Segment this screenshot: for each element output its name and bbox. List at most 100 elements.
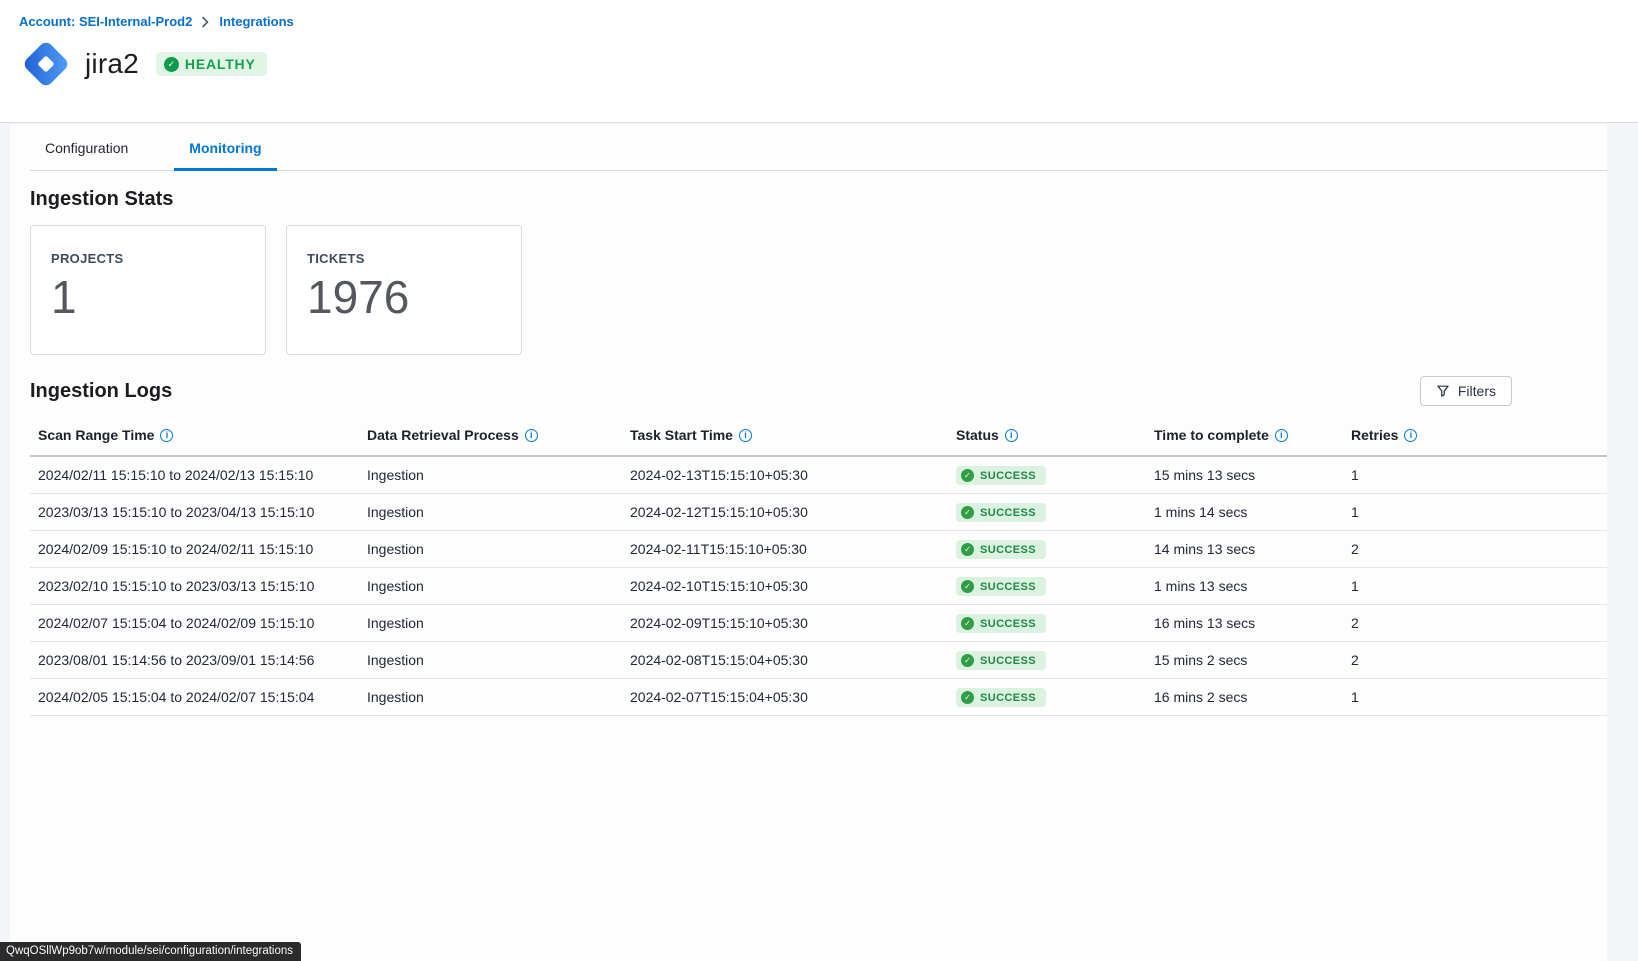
jira-logo-icon [19, 37, 73, 91]
table-row: 2023/03/13 15:15:10 to 2023/04/13 15:15:… [30, 494, 1607, 531]
info-icon[interactable] [160, 429, 173, 442]
integration-title-row: jira2 HEALTHY [19, 37, 1638, 91]
check-circle-icon [164, 57, 179, 72]
time-complete-cell: 16 mins 2 secs [1146, 689, 1343, 705]
status-cell: SUCCESS [948, 576, 1146, 597]
status-cell: SUCCESS [948, 613, 1146, 634]
time-complete-cell: 15 mins 13 secs [1146, 467, 1343, 483]
logs-table-body: 2024/02/11 15:15:10 to 2024/02/13 15:15:… [30, 457, 1607, 716]
time-complete-cell: 15 mins 2 secs [1146, 652, 1343, 668]
retries-cell: 2 [1343, 652, 1607, 668]
status-badge: SUCCESS [956, 688, 1046, 707]
page-title: jira2 [85, 48, 139, 80]
health-badge-label: HEALTHY [185, 56, 256, 72]
main-content: Configuration Monitoring Ingestion Stats… [10, 124, 1607, 961]
retries-cell: 1 [1343, 578, 1607, 594]
tab-configuration[interactable]: Configuration [30, 124, 143, 171]
process-cell: Ingestion [359, 467, 622, 483]
status-badge: SUCCESS [956, 540, 1046, 559]
projects-stat-label: PROJECTS [51, 251, 265, 266]
status-badge: SUCCESS [956, 503, 1046, 522]
table-row: 2023/02/10 15:15:10 to 2023/03/13 15:15:… [30, 568, 1607, 605]
tickets-stat-value: 1976 [307, 274, 521, 320]
tab-bar: Configuration Monitoring [30, 124, 1607, 171]
tickets-stat-card: TICKETS 1976 [286, 225, 522, 355]
breadcrumb: Account: SEI-Internal-Prod2 Integrations [19, 14, 1638, 29]
task-start-cell: 2024-02-08T15:15:04+05:30 [622, 652, 948, 668]
retries-cell: 1 [1343, 689, 1607, 705]
tickets-stat-label: TICKETS [307, 251, 521, 266]
retries-cell: 2 [1343, 541, 1607, 557]
time-complete-cell: 16 mins 13 secs [1146, 615, 1343, 631]
status-badge: SUCCESS [956, 466, 1046, 485]
scan-range-cell: 2024/02/11 15:15:10 to 2024/02/13 15:15:… [30, 467, 359, 483]
scan-range-cell: 2023/03/13 15:15:10 to 2023/04/13 15:15:… [30, 504, 359, 520]
status-badge: SUCCESS [956, 614, 1046, 633]
status-cell: SUCCESS [948, 465, 1146, 486]
col-task-start-time: Task Start Time [622, 427, 948, 443]
check-circle-icon [961, 617, 974, 630]
process-cell: Ingestion [359, 504, 622, 520]
retries-cell: 2 [1343, 615, 1607, 631]
breadcrumb-integrations-link[interactable]: Integrations [219, 14, 293, 29]
health-status-badge: HEALTHY [156, 52, 267, 76]
info-icon[interactable] [1275, 429, 1288, 442]
process-cell: Ingestion [359, 541, 622, 557]
info-icon[interactable] [739, 429, 752, 442]
task-start-cell: 2024-02-11T15:15:10+05:30 [622, 541, 948, 557]
info-icon[interactable] [525, 429, 538, 442]
col-status: Status [948, 427, 1146, 443]
col-scan-range-time: Scan Range Time [30, 427, 359, 443]
check-circle-icon [961, 580, 974, 593]
col-time-to-complete: Time to complete [1146, 427, 1343, 443]
status-cell: SUCCESS [948, 687, 1146, 708]
check-circle-icon [961, 691, 974, 704]
projects-stat-value: 1 [51, 274, 265, 320]
scan-range-cell: 2024/02/09 15:15:10 to 2024/02/11 15:15:… [30, 541, 359, 557]
status-cell: SUCCESS [948, 650, 1146, 671]
filters-button-label: Filters [1458, 383, 1496, 399]
check-circle-icon [961, 654, 974, 667]
col-data-retrieval-process: Data Retrieval Process [359, 427, 622, 443]
ingestion-logs-heading: Ingestion Logs [30, 380, 172, 403]
retries-cell: 1 [1343, 467, 1607, 483]
funnel-icon [1436, 384, 1450, 398]
task-start-cell: 2024-02-10T15:15:10+05:30 [622, 578, 948, 594]
ingestion-logs-table: Scan Range Time Data Retrieval Process T… [30, 419, 1607, 716]
check-circle-icon [961, 506, 974, 519]
ingestion-stats-heading: Ingestion Stats [30, 188, 1607, 211]
process-cell: Ingestion [359, 615, 622, 631]
scan-range-cell: 2023/08/01 15:14:56 to 2023/09/01 15:14:… [30, 652, 359, 668]
tab-monitoring[interactable]: Monitoring [174, 124, 276, 171]
breadcrumb-account-link[interactable]: Account: SEI-Internal-Prod2 [19, 14, 192, 29]
logs-table-header: Scan Range Time Data Retrieval Process T… [30, 419, 1607, 457]
info-icon[interactable] [1005, 429, 1018, 442]
scan-range-cell: 2024/02/07 15:15:04 to 2024/02/09 15:15:… [30, 615, 359, 631]
task-start-cell: 2024-02-09T15:15:10+05:30 [622, 615, 948, 631]
filters-button[interactable]: Filters [1420, 376, 1512, 406]
process-cell: Ingestion [359, 578, 622, 594]
scan-range-cell: 2023/02/10 15:15:10 to 2023/03/13 15:15:… [30, 578, 359, 594]
page-header: Account: SEI-Internal-Prod2 Integrations… [0, 0, 1638, 123]
status-badge: SUCCESS [956, 577, 1046, 596]
table-row: 2023/08/01 15:14:56 to 2023/09/01 15:14:… [30, 642, 1607, 679]
check-circle-icon [961, 543, 974, 556]
process-cell: Ingestion [359, 689, 622, 705]
info-icon[interactable] [1404, 429, 1417, 442]
time-complete-cell: 1 mins 13 secs [1146, 578, 1343, 594]
status-badge: SUCCESS [956, 651, 1046, 670]
table-row: 2024/02/05 15:15:04 to 2024/02/07 15:15:… [30, 679, 1607, 716]
stats-cards-row: PROJECTS 1 TICKETS 1976 [30, 225, 1607, 355]
scan-range-cell: 2024/02/05 15:15:04 to 2024/02/07 15:15:… [30, 689, 359, 705]
status-cell: SUCCESS [948, 502, 1146, 523]
table-row: 2024/02/07 15:15:04 to 2024/02/09 15:15:… [30, 605, 1607, 642]
check-circle-icon [961, 469, 974, 482]
task-start-cell: 2024-02-07T15:15:04+05:30 [622, 689, 948, 705]
time-complete-cell: 1 mins 14 secs [1146, 504, 1343, 520]
table-row: 2024/02/11 15:15:10 to 2024/02/13 15:15:… [30, 457, 1607, 494]
ingestion-logs-header-row: Ingestion Logs Filters [30, 375, 1607, 407]
status-cell: SUCCESS [948, 539, 1146, 560]
chevron-right-icon [201, 16, 210, 28]
projects-stat-card: PROJECTS 1 [30, 225, 266, 355]
table-row: 2024/02/09 15:15:10 to 2024/02/11 15:15:… [30, 531, 1607, 568]
